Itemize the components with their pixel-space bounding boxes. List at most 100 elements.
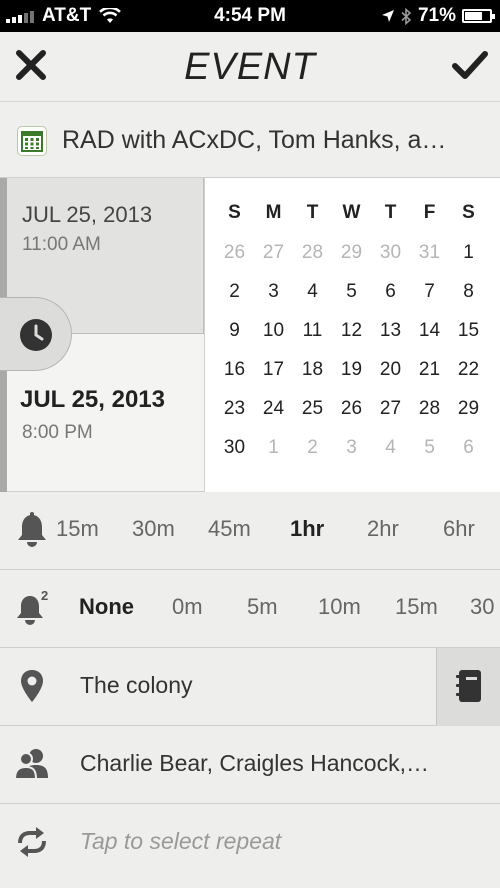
calendar-day[interactable]: 12 [332,320,371,342]
end-time[interactable]: 8:00 PM [22,422,93,444]
calendar-day[interactable]: 29 [332,242,371,264]
calendar-day[interactable]: 16 [215,359,254,381]
repeat-row[interactable]: Tap to select repeat [0,804,500,888]
calendar-day[interactable]: 1 [449,242,488,264]
calendar-day[interactable]: 30 [371,242,410,264]
clock-icon [20,319,52,351]
status-right: 71% [381,5,495,27]
address-book-button[interactable] [436,648,500,726]
weekday-label: F [423,202,436,223]
calendar-day[interactable]: 27 [371,398,410,420]
nav-bar: EVENT [0,32,500,102]
second-alert-option[interactable]: 5m [247,594,278,620]
month-calendar: S M T W T F S 26 27 28 29 30 31 1 2 3 4 … [204,178,500,492]
bell-icon [18,512,46,547]
calendar-day[interactable]: 20 [371,359,410,381]
calendar-day[interactable]: 1 [254,437,293,459]
calendar-day[interactable]: 26 [215,242,254,264]
calendar-day[interactable]: 30 [215,437,254,459]
second-alert-option[interactable]: 30 [470,594,494,620]
start-time: 11:00 AM [22,234,101,255]
location-row[interactable]: The colony [0,648,500,726]
calendar-week: 26 27 28 29 30 31 1 [215,242,489,264]
end-date[interactable]: JUL 25, 2013 [20,386,165,414]
calendar-week: 2 3 4 5 6 7 8 [215,281,489,303]
calendar-day[interactable]: 15 [449,320,488,342]
calendar-day[interactable]: 28 [293,242,332,264]
date-section: JUL 25, 2013 11:00 AM JUL 25, 2013 8:00 … [0,178,500,492]
second-alert-option[interactable]: 10m [318,594,361,620]
battery-icon [462,9,495,23]
calendar-day[interactable]: 22 [449,359,488,381]
location-arrow-icon [381,10,394,22]
calendar-day[interactable]: 5 [410,437,449,459]
calendar-day[interactable]: 21 [410,359,449,381]
weekday-header: S M T W T F S [215,202,489,224]
checkmark-icon[interactable] [452,48,488,82]
calendar-week: 16 17 18 19 20 21 22 [215,359,489,381]
calendar-day[interactable]: 13 [371,320,410,342]
calendar-day[interactable]: 14 [410,320,449,342]
repeat-icon [18,827,46,857]
calendar-day[interactable]: 11 [293,320,332,342]
address-book-icon [456,670,481,702]
alert-option[interactable]: 30m [132,516,175,542]
weekday-label: S [462,202,475,223]
weekday-label: S [228,202,241,223]
calendar-day[interactable]: 28 [410,398,449,420]
calendar-week: 30 1 2 3 4 5 6 [215,437,489,459]
calendar-day[interactable]: 8 [449,281,488,303]
second-alert-row: 2 None 0m 5m 10m 15m 30 [0,570,500,648]
alert-option[interactable]: 45m [208,516,251,542]
calendar-day[interactable]: 29 [449,398,488,420]
alert-option[interactable]: 15m [56,516,99,542]
second-alert-option[interactable]: 0m [172,594,203,620]
calendar-day[interactable]: 6 [449,437,488,459]
calendar-day[interactable]: 23 [215,398,254,420]
calendar-day[interactable]: 4 [293,281,332,303]
calendar-day[interactable]: 2 [215,281,254,303]
calendar-day[interactable]: 9 [215,320,254,342]
location-value: The colony [80,672,193,698]
weekday-label: M [265,202,282,223]
end-indicator-bar [0,370,7,492]
alert-option-selected[interactable]: 1hr [290,516,324,542]
calendar-day[interactable]: 3 [332,437,371,459]
weekday-label: T [306,202,319,223]
second-alert-option[interactable]: 15m [395,594,438,620]
calendar-day[interactable]: 6 [371,281,410,303]
calendar-day[interactable]: 19 [332,359,371,381]
weekday-label: W [342,202,361,223]
calendar-icon [17,126,47,156]
calendar-day[interactable]: 26 [332,398,371,420]
calendar-day[interactable]: 18 [293,359,332,381]
invitees-row[interactable]: Charlie Bear, Craigles Hancock,… [0,726,500,804]
repeat-placeholder: Tap to select repeat [80,828,282,854]
calendar-day[interactable]: 7 [410,281,449,303]
calendar-day[interactable]: 24 [254,398,293,420]
weekday-label: T [384,202,397,223]
page-title: EVENT [184,46,316,88]
alert-row: 15m 30m 45m 1hr 2hr 6hr [0,492,500,570]
event-name-row[interactable]: RAD with ACxDC, Tom Hanks, a… [0,102,500,178]
calendar-day[interactable]: 17 [254,359,293,381]
start-date: JUL 25, 2013 [22,202,153,227]
calendar-day[interactable]: 31 [410,242,449,264]
calendar-day[interactable]: 2 [293,437,332,459]
second-alert-option-selected[interactable]: None [79,594,134,620]
time-toggle-button[interactable] [0,297,72,371]
close-icon[interactable] [14,48,48,82]
battery-percent: 71% [417,5,456,26]
calendar-day[interactable]: 5 [332,281,371,303]
people-icon [14,749,48,780]
bluetooth-icon [401,7,412,25]
calendar-day[interactable]: 3 [254,281,293,303]
calendar-day[interactable]: 4 [371,437,410,459]
calendar-day[interactable]: 10 [254,320,293,342]
calendar-day[interactable]: 25 [293,398,332,420]
alert-option[interactable]: 2hr [367,516,399,542]
event-name: RAD with ACxDC, Tom Hanks, a… [62,126,447,154]
alert-option[interactable]: 6hr [443,516,475,542]
calendar-day[interactable]: 27 [254,242,293,264]
status-bar: AT&T 4:54 PM 71% [0,0,500,32]
